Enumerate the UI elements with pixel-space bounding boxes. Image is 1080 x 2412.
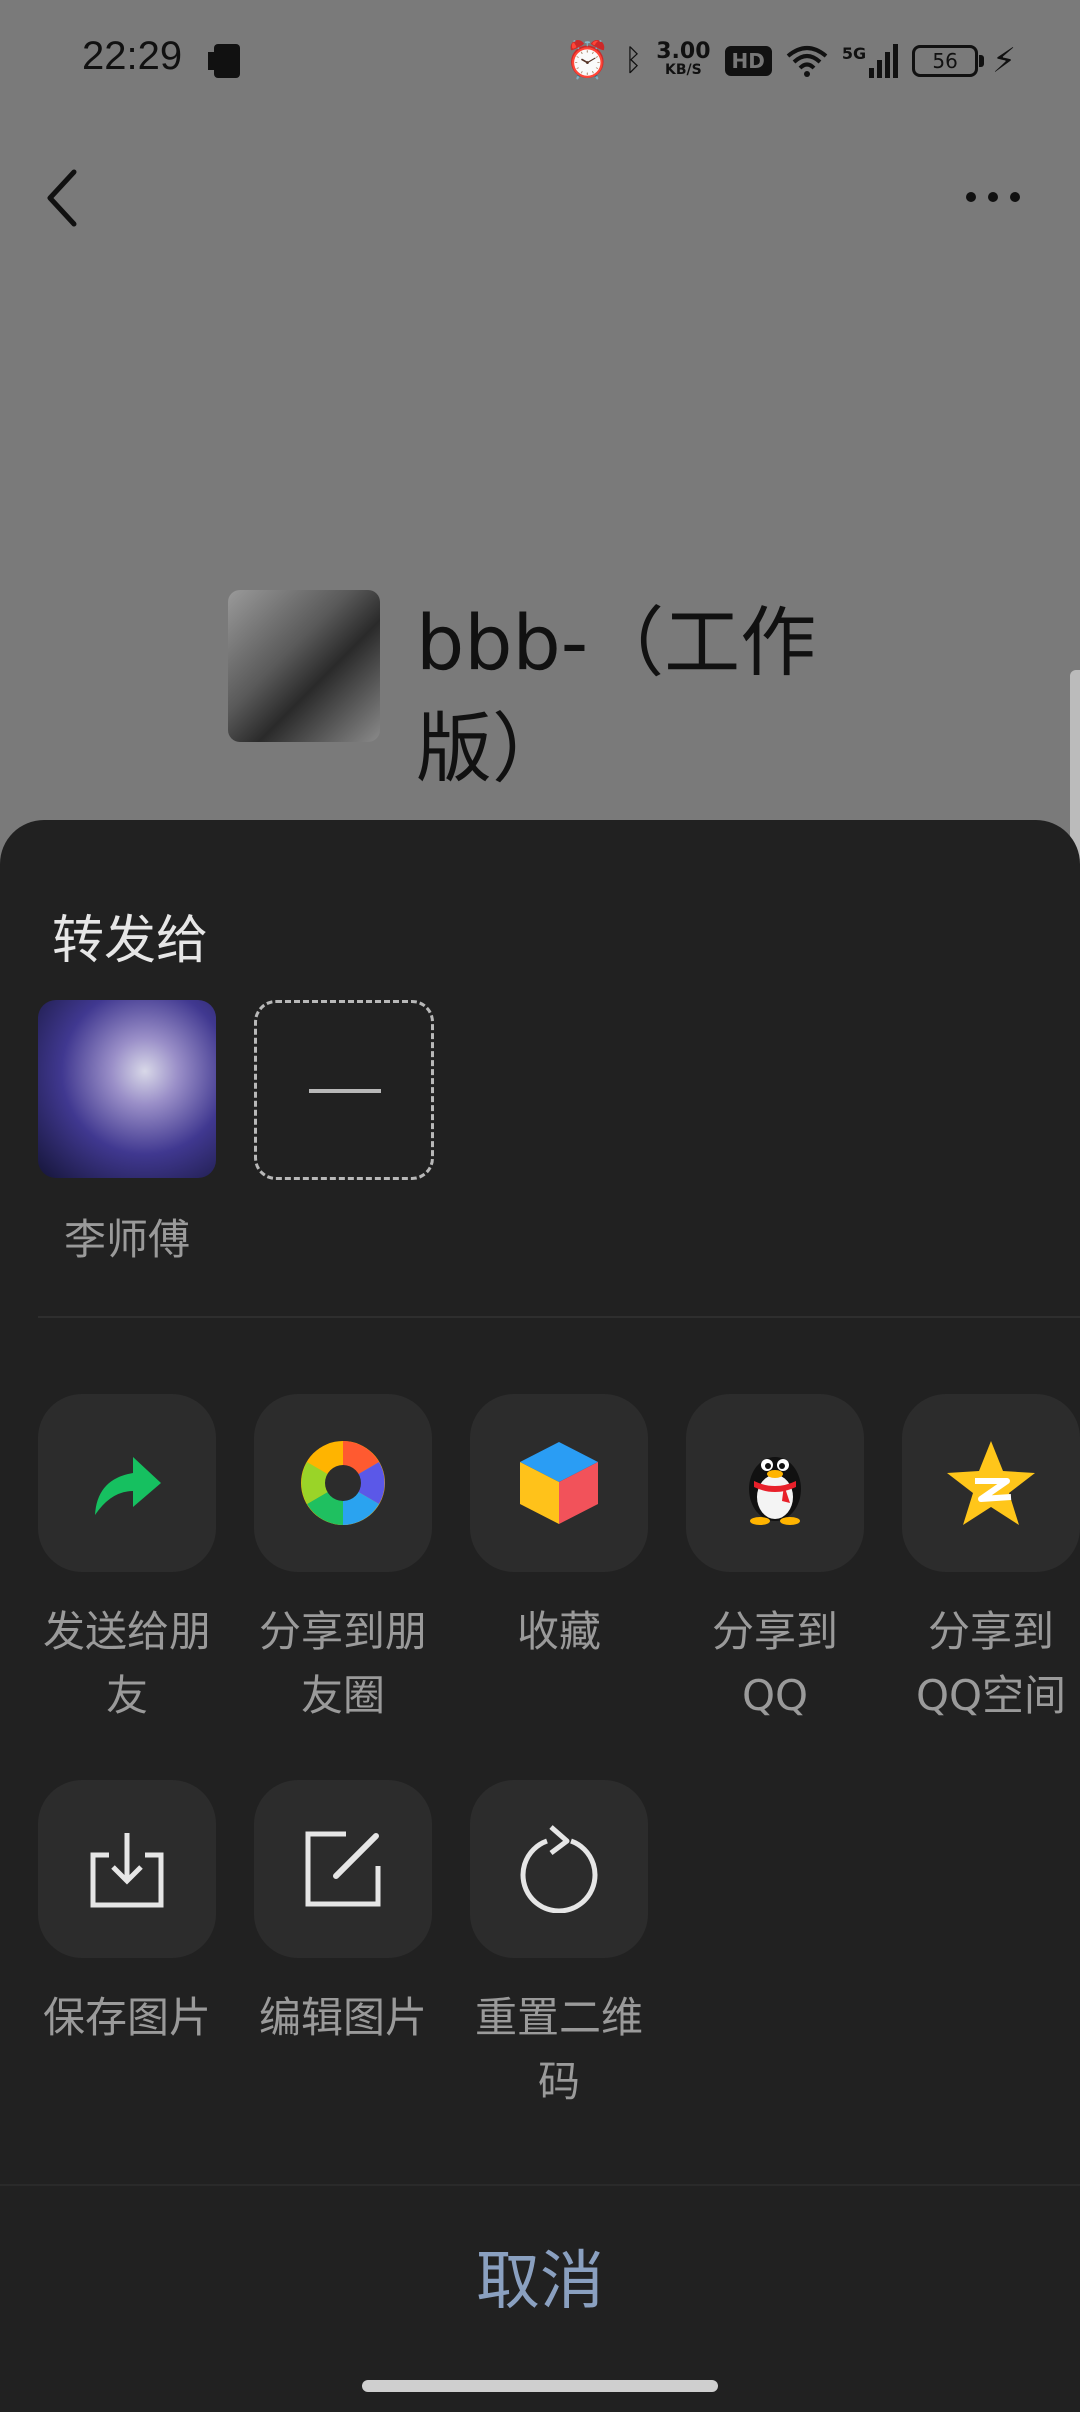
share-to-qq-button[interactable]: 分享到QQ — [686, 1394, 864, 1728]
share-sheet: 转发给 李师傅 发送给朋友 分享到朋友圈 收藏 分享到QQ 分享到QQ空间 保存… — [0, 820, 1080, 2412]
back-icon[interactable] — [44, 168, 80, 228]
hd-icon: HD — [724, 46, 772, 76]
profile-avatar — [228, 590, 380, 742]
network-speed: 3.00 KB/S — [656, 39, 711, 79]
favorites-cube-icon — [520, 1442, 598, 1524]
action-label: 分享到朋友圈 — [258, 1607, 427, 1720]
share-to-qq-tile[interactable] — [686, 1394, 864, 1572]
alarm-icon: ⏰ — [565, 40, 611, 81]
action-label: 发送给朋友 — [42, 1607, 211, 1720]
avatar — [38, 1000, 216, 1178]
divider — [38, 1316, 1080, 1318]
minus-icon — [309, 1089, 381, 1093]
bluetooth-icon: ᛒ — [624, 43, 643, 78]
share-sheet-title: 转发给 — [52, 911, 209, 971]
battery-indicator: 56 — [912, 45, 985, 77]
network-type: 5G — [841, 44, 867, 63]
share-to-qzone-tile[interactable] — [902, 1394, 1080, 1572]
share-to-moments-button[interactable]: 分享到朋友圈 — [254, 1394, 432, 1728]
action-label: 编辑图片 — [258, 1993, 427, 2042]
action-label: 保存图片 — [42, 1993, 211, 2042]
action-label: 收藏 — [516, 1607, 601, 1656]
qq-penguin-icon — [749, 1457, 801, 1525]
edit-image-button[interactable]: 编辑图片 — [254, 1780, 432, 2050]
reset-qr-code-button[interactable]: 重置二维码 — [470, 1780, 648, 2114]
status-bar: 22:29 ⏰ ᛒ 3.00 KB/S HD 5G 56 ⚡ — [0, 0, 1080, 120]
wifi-icon — [786, 46, 828, 77]
status-icons: ⏰ ᛒ 3.00 KB/S HD 5G 56 ⚡ — [565, 36, 1016, 86]
edit-image-tile[interactable] — [254, 1780, 432, 1958]
status-time: 22:29 — [82, 34, 183, 78]
profile-name: bbb-（工作版） — [416, 598, 817, 793]
favorites-tile[interactable] — [470, 1394, 648, 1572]
share-to-qzone-button[interactable]: 分享到QQ空间 — [902, 1394, 1080, 1728]
charging-icon: ⚡ — [992, 41, 1016, 81]
send-to-friend-tile[interactable] — [38, 1394, 216, 1572]
notification-app-icon — [208, 44, 240, 78]
signal-icon: 5G — [841, 44, 899, 78]
more-options-icon[interactable] — [966, 182, 1036, 212]
reset-qr-code-tile[interactable] — [470, 1780, 648, 1958]
forward-arrow-icon — [95, 1457, 161, 1515]
action-label: 重置二维码 — [474, 1993, 643, 2106]
refresh-icon — [520, 1825, 598, 1913]
favorites-button[interactable]: 收藏 — [470, 1394, 648, 1664]
share-to-moments-tile[interactable] — [254, 1394, 432, 1572]
select-more-contacts-button[interactable] — [254, 1000, 434, 1180]
save-image-button[interactable]: 保存图片 — [38, 1780, 216, 2050]
edit-icon — [305, 1831, 381, 1907]
save-image-tile[interactable] — [38, 1780, 216, 1958]
action-label: 分享到QQ空间 — [915, 1607, 1067, 1720]
network-speed-value: 3.00 — [656, 39, 711, 64]
download-icon — [90, 1833, 164, 1908]
action-label: 分享到QQ — [711, 1607, 838, 1720]
moments-icon — [301, 1441, 385, 1525]
recent-contact[interactable]: 李师傅 — [38, 1000, 216, 1267]
contact-name: 李师傅 — [63, 1215, 190, 1264]
cancel-button[interactable]: 取消 — [0, 2186, 1080, 2366]
home-indicator[interactable] — [362, 2380, 718, 2392]
send-to-friend-button[interactable]: 发送给朋友 — [38, 1394, 216, 1728]
qzone-star-icon — [947, 1441, 1035, 1525]
